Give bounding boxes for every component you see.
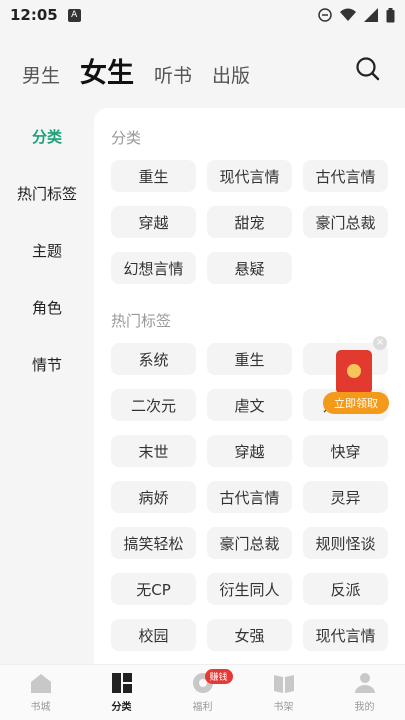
tag-chip[interactable]: 古代言情 — [207, 481, 292, 513]
nav-category[interactable]: 分类 — [81, 665, 162, 720]
close-icon[interactable]: × — [373, 336, 387, 350]
tag-chip[interactable]: 穿越 — [111, 206, 196, 238]
sidebar: 分类 热门标签 主题 角色 情节 — [0, 108, 94, 393]
tab-audiobook[interactable]: 听书 — [154, 61, 192, 96]
top-tabs: 男生 女生 听书 出版 — [0, 52, 405, 96]
tab-male[interactable]: 男生 — [22, 61, 60, 96]
nav-bookstore[interactable]: 书城 — [0, 665, 81, 720]
tag-chip[interactable]: 衍生同人 — [207, 573, 292, 605]
section-title-category: 分类 — [111, 129, 142, 147]
nav-label: 我的 — [354, 702, 375, 713]
tab-female[interactable]: 女生 — [80, 51, 134, 96]
nav-welfare[interactable]: 赚钱 福利 — [162, 665, 243, 720]
book-icon — [273, 675, 294, 693]
nav-label: 分类 — [111, 702, 132, 713]
tag-chip[interactable]: 反派 — [303, 573, 388, 605]
sidebar-item-role[interactable]: 角色 — [0, 279, 94, 336]
tag-chip[interactable]: 古代言情 — [303, 160, 388, 192]
sidebar-item-theme[interactable]: 主题 — [0, 222, 94, 279]
tag-chip[interactable]: 病娇 — [111, 481, 196, 513]
search-icon — [356, 57, 380, 81]
sidebar-item-plot[interactable]: 情节 — [0, 336, 94, 393]
tag-chip[interactable]: 搞笑轻松 — [111, 527, 196, 559]
tag-chip[interactable]: 豪门总裁 — [207, 527, 292, 559]
tag-chip[interactable]: 豪门总裁 — [303, 206, 388, 238]
nav-bookshelf[interactable]: 书架 — [243, 665, 324, 720]
tag-chip[interactable]: 末世 — [111, 435, 196, 467]
battery-icon — [386, 7, 395, 22]
tag-chip[interactable]: 灵异 — [303, 481, 388, 513]
nav-profile[interactable]: 我的 — [324, 665, 405, 720]
search-button[interactable] — [355, 56, 381, 82]
tag-chip[interactable]: 女强 — [207, 619, 292, 651]
red-packet-ad[interactable]: × 立即领取 — [323, 336, 389, 416]
status-time: 12:05 — [10, 6, 58, 24]
bottom-nav: 书城 分类 赚钱 福利 书架 我的 — [0, 664, 405, 720]
category-tag-grid: 重生 现代言情 古代言情 穿越 甜宠 豪门总裁 幻想言情 悬疑 — [111, 160, 405, 284]
nav-label: 书架 — [273, 702, 294, 713]
home-icon — [30, 674, 51, 693]
section-title-hot-tags: 热门标签 — [111, 312, 172, 330]
tab-publishing[interactable]: 出版 — [212, 61, 250, 96]
tag-chip[interactable]: 校园 — [111, 619, 196, 651]
tag-chip[interactable]: 快穿 — [303, 435, 388, 467]
dnd-icon — [318, 8, 332, 22]
tag-chip[interactable]: 系统 — [111, 343, 196, 375]
tag-chip[interactable]: 现代言情 — [207, 160, 292, 192]
tag-chip[interactable]: 规则怪谈 — [303, 527, 388, 559]
tag-chip[interactable]: 现代言情 — [303, 619, 388, 651]
nav-label: 书城 — [30, 702, 51, 713]
app-notification-icon: A — [67, 8, 81, 22]
red-packet-icon — [336, 350, 372, 394]
status-bar: 12:05 A — [0, 0, 405, 30]
wifi-icon — [340, 8, 356, 21]
tag-chip[interactable]: 无CP — [111, 573, 196, 605]
sidebar-item-category[interactable]: 分类 — [0, 108, 94, 165]
sidebar-item-hot-tags[interactable]: 热门标签 — [0, 165, 94, 222]
status-icons — [318, 7, 395, 23]
earn-badge: 赚钱 — [204, 669, 233, 684]
nav-label: 福利 — [192, 702, 213, 713]
category-icon — [111, 673, 132, 693]
tag-chip[interactable]: 虐文 — [207, 389, 292, 421]
tag-chip[interactable]: 重生 — [111, 160, 196, 192]
tag-chip[interactable]: 穿越 — [207, 435, 292, 467]
signal-icon — [364, 8, 378, 22]
claim-button[interactable]: 立即领取 — [323, 392, 389, 414]
tag-chip[interactable]: 幻想言情 — [111, 252, 196, 284]
profile-icon — [354, 673, 375, 693]
tag-chip[interactable]: 二次元 — [111, 389, 196, 421]
tag-chip[interactable]: 悬疑 — [207, 252, 292, 284]
tag-chip[interactable]: 甜宠 — [207, 206, 292, 238]
tag-chip[interactable]: 重生 — [207, 343, 292, 375]
